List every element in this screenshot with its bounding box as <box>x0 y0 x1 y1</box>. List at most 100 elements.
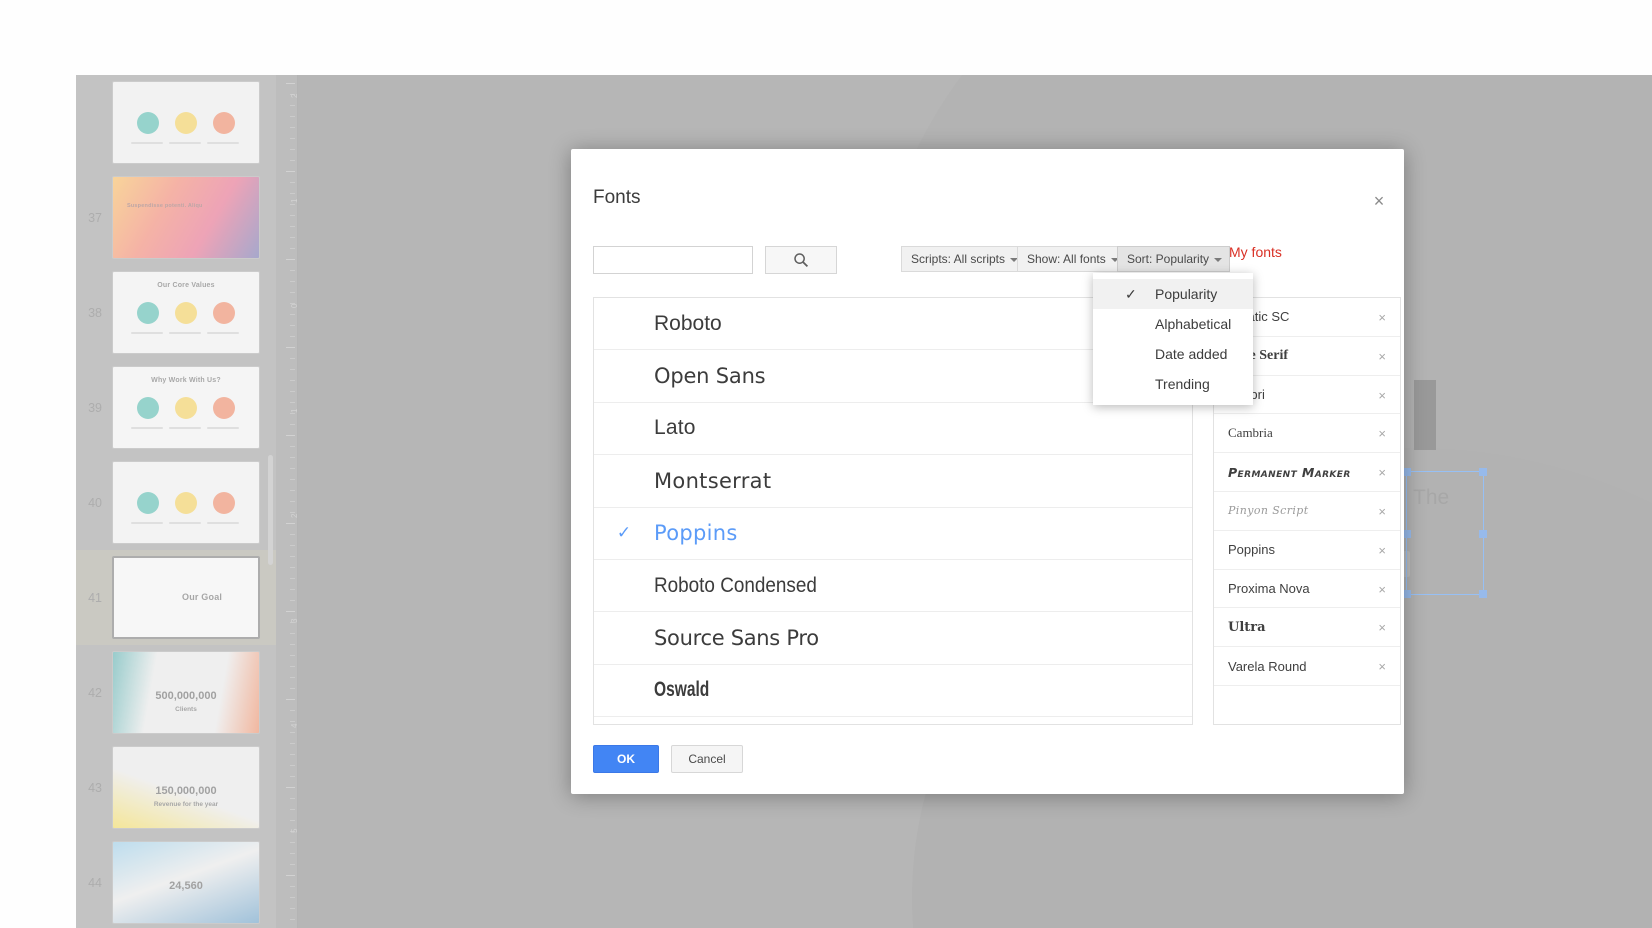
slide-thumbnail[interactable] <box>112 81 260 164</box>
slide-number: 39 <box>88 400 102 415</box>
remove-font-icon[interactable]: × <box>1378 504 1386 519</box>
ruler-tick <box>290 226 295 227</box>
ruler-tick <box>290 391 295 392</box>
text-box-content: The <box>1413 486 1450 509</box>
slide-thumbnail-shape <box>213 302 235 324</box>
ruler-tick <box>286 259 295 260</box>
my-font-item[interactable]: Poppins × <box>1214 531 1400 570</box>
slide-thumbnail-statistic: 500,000,000 <box>155 690 217 702</box>
ruler-tick <box>290 193 295 194</box>
ruler-tick <box>290 369 295 370</box>
my-font-item[interactable]: Cambria × <box>1214 414 1400 454</box>
show-filter-label: Show: All fonts <box>1027 252 1106 266</box>
sort-dropdown-menu[interactable]: ✓ Popularity Alphabetical Date added Trendin… <box>1093 273 1253 405</box>
ok-button[interactable]: OK <box>593 745 659 773</box>
slide-thumbnail-row[interactable]: 43 150,000,000 Revenue for the year <box>76 740 276 835</box>
ruler-tick <box>290 314 295 315</box>
ruler-tick <box>290 281 295 282</box>
slide-thumbnail[interactable]: Our Core Values <box>112 271 260 354</box>
slide-thumbnail[interactable]: 24,560 <box>112 841 260 924</box>
selected-text-box[interactable]: The <box>1403 468 1487 598</box>
scripts-filter-label: Scripts: All scripts <box>911 252 1006 266</box>
slide-thumbnail-row[interactable]: 37 Suspendisse potenti. Aliqu <box>76 170 276 265</box>
ruler-tick <box>290 534 295 535</box>
my-font-name-label: Cambria <box>1228 425 1273 441</box>
slide-thumbnail-shape <box>137 302 159 324</box>
search-button[interactable] <box>765 246 837 274</box>
remove-font-icon[interactable]: × <box>1378 582 1386 597</box>
font-list-item[interactable]: Montserrat <box>594 455 1192 508</box>
ruler-tick <box>290 666 295 667</box>
resize-handle-middle-right[interactable] <box>1479 530 1487 538</box>
sort-menu-item[interactable]: Date added <box>1093 339 1253 369</box>
remove-font-icon[interactable]: × <box>1378 659 1386 674</box>
ruler-tick <box>290 710 295 711</box>
slide-thumbnail[interactable]: 500,000,000 Clients <box>112 651 260 734</box>
ruler-tick <box>290 765 295 766</box>
resize-handle-top-left[interactable] <box>1403 468 1411 476</box>
slide-thumbnail-title: Our Core Values <box>157 282 215 289</box>
remove-font-icon[interactable]: × <box>1378 620 1386 635</box>
ruler-tick <box>290 457 295 458</box>
scripts-filter-dropdown[interactable]: Scripts: All scripts <box>901 246 1027 272</box>
screen: 37 Suspendisse potenti. Aliqu 38 Our Core V… <box>0 0 1652 928</box>
slide-thumbnail-row[interactable]: 41 Our Goal <box>76 550 276 645</box>
sort-menu-item[interactable]: ✓ Popularity <box>1093 279 1253 309</box>
ruler-tick <box>290 490 295 491</box>
slide-thumbnail-row[interactable]: 38 Our Core Values <box>76 265 276 360</box>
slide-number: 42 <box>88 685 102 700</box>
font-list-item[interactable]: ✓ Poppins <box>594 508 1192 560</box>
slide-panel-scrollbar[interactable] <box>268 455 273 565</box>
ruler-tick <box>290 556 295 557</box>
font-list-item[interactable]: Source Sans Pro <box>594 612 1192 665</box>
resize-handle-bottom-right[interactable] <box>1479 590 1487 598</box>
my-font-item[interactable]: Proxima Nova × <box>1214 570 1400 609</box>
slide-thumbnail[interactable]: Our Goal <box>112 556 260 639</box>
resize-handle-top-right[interactable] <box>1479 468 1487 476</box>
show-filter-dropdown[interactable]: Show: All fonts <box>1017 246 1127 272</box>
ruler-tick <box>290 501 295 502</box>
font-list-item[interactable]: Roboto Condensed <box>594 560 1192 613</box>
my-font-item[interactable]: Ultra × <box>1214 608 1400 648</box>
sort-filter-label: Sort: Popularity <box>1127 252 1210 266</box>
slide-thumbnail-title: Why Work With Us? <box>151 377 221 384</box>
remove-font-icon[interactable]: × <box>1378 543 1386 558</box>
slide-thumbnail-panel[interactable]: 37 Suspendisse potenti. Aliqu 38 Our Core V… <box>76 75 276 928</box>
slide-thumbnail-shape <box>213 397 235 419</box>
remove-font-icon[interactable]: × <box>1378 349 1386 364</box>
my-font-item[interactable]: Pinyon Script × <box>1214 492 1400 531</box>
slide-thumbnail[interactable]: Why Work With Us? <box>112 366 260 449</box>
ruler-tick <box>290 468 295 469</box>
close-icon[interactable]: × <box>1366 189 1392 215</box>
ruler-number: 4 <box>289 723 299 728</box>
slide-thumbnail[interactable]: 150,000,000 Revenue for the year <box>112 746 260 829</box>
sort-menu-item[interactable]: Alphabetical <box>1093 309 1253 339</box>
slide-thumbnail-row[interactable]: 42 500,000,000 Clients <box>76 645 276 740</box>
my-font-name-label: Proxima Nova <box>1228 580 1310 596</box>
slide-thumbnail-row[interactable] <box>76 75 276 170</box>
my-fonts-header: My fonts <box>1229 244 1282 260</box>
search-input[interactable] <box>593 246 753 274</box>
my-font-item[interactable]: Permanent Marker × <box>1214 453 1400 492</box>
slide-thumbnail-row[interactable]: 44 24,560 <box>76 835 276 928</box>
resize-handle-bottom-left[interactable] <box>1403 590 1411 598</box>
slide-thumbnail-shape <box>213 492 235 514</box>
slide-thumbnail[interactable]: Suspendisse potenti. Aliqu <box>112 176 260 259</box>
sort-filter-dropdown[interactable]: Sort: Popularity <box>1117 246 1231 272</box>
remove-font-icon[interactable]: × <box>1378 388 1386 403</box>
slide-thumbnail-row[interactable]: 39 Why Work With Us? <box>76 360 276 455</box>
font-list-item[interactable]: Lato <box>594 403 1192 456</box>
my-font-item[interactable]: Varela Round × <box>1214 647 1400 686</box>
slide-thumbnail-row[interactable]: 40 <box>76 455 276 550</box>
font-list-item[interactable]: Oswald <box>594 665 1192 718</box>
resize-handle-middle-left[interactable] <box>1403 530 1411 538</box>
remove-font-icon[interactable]: × <box>1378 426 1386 441</box>
remove-font-icon[interactable]: × <box>1378 310 1386 325</box>
ruler-tick <box>290 677 295 678</box>
cancel-button[interactable]: Cancel <box>671 745 743 773</box>
sort-menu-item[interactable]: Trending <box>1093 369 1253 399</box>
slide-number: 40 <box>88 495 102 510</box>
slide-thumbnail[interactable] <box>112 461 260 544</box>
slide-thumbnail-line <box>169 142 201 144</box>
remove-font-icon[interactable]: × <box>1378 465 1386 480</box>
